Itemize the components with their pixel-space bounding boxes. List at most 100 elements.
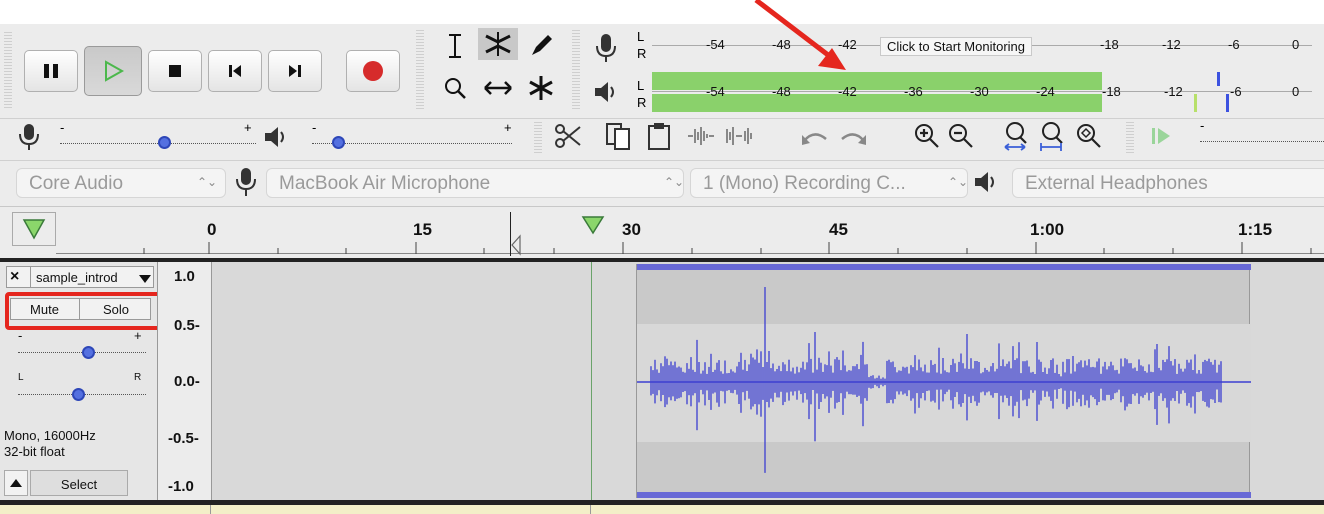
play-at-speed-button[interactable] <box>1144 120 1178 152</box>
redo-icon <box>841 133 866 145</box>
play-head-triangle-icon[interactable] <box>580 214 606 236</box>
paste-button[interactable] <box>642 120 676 152</box>
fit-selection-button[interactable] <box>1000 120 1034 152</box>
meter-toolbar-grip[interactable] <box>572 30 580 110</box>
transport-toolbar-grip[interactable] <box>4 32 12 110</box>
silence-audio-button[interactable] <box>722 120 756 152</box>
recording-device-value: MacBook Air Microphone <box>279 173 491 194</box>
skip-to-start-button[interactable] <box>208 50 262 92</box>
select-track-button[interactable]: Select <box>30 470 128 496</box>
selection-tool[interactable] <box>438 30 472 62</box>
track-name-menu[interactable]: sample_introd <box>36 270 118 285</box>
peak-marker-right <box>1226 94 1229 112</box>
edit-toolbar-grip[interactable] <box>534 122 542 154</box>
ruler-label: 30 <box>622 220 641 239</box>
pause-button[interactable] <box>24 50 78 92</box>
i-beam-icon <box>449 34 461 58</box>
waveform <box>637 287 1251 473</box>
play-tick: -12 <box>1164 84 1183 99</box>
record-tick: -18 <box>1100 37 1119 52</box>
zoom-tool[interactable] <box>438 72 472 104</box>
tools-toolbar-grip[interactable] <box>416 30 424 110</box>
timeline-options-button[interactable] <box>12 212 56 246</box>
cut-button[interactable] <box>550 120 584 152</box>
redo-button[interactable] <box>836 120 870 152</box>
play-tick: -48 <box>772 84 791 99</box>
play-meter-speaker-icon[interactable] <box>592 78 620 111</box>
record-tick: -6 <box>1228 37 1240 52</box>
track-format-bits: 32-bit float <box>4 444 65 459</box>
slider-max-label: + <box>244 120 252 135</box>
microphone-icon <box>596 34 616 62</box>
track-format-rate: Mono, 16000Hz <box>4 428 96 443</box>
ruler-label: 45 <box>829 220 848 239</box>
record-meter-right-channel: R <box>637 46 647 61</box>
play-tick: -36 <box>904 84 923 99</box>
record-volume-thumb[interactable] <box>158 136 171 149</box>
skip-to-end-button[interactable] <box>268 50 322 92</box>
fit-project-button[interactable] <box>1036 120 1070 152</box>
speaker-icon <box>265 127 284 147</box>
gain-slider[interactable]: - + <box>18 328 146 359</box>
peak-marker-left <box>1217 72 1220 86</box>
collapse-track-button[interactable] <box>4 470 28 496</box>
play-tick: -54 <box>706 84 725 99</box>
close-track-button[interactable]: × <box>10 268 19 286</box>
playback-volume-slider[interactable]: - + <box>304 120 518 149</box>
vertical-ruler: 1.0 0.5- 0.0- -0.5- -1.0 <box>157 262 211 500</box>
playback-volume-speaker-icon <box>262 124 292 155</box>
envelope-tool[interactable] <box>478 28 518 60</box>
scissors-icon <box>555 124 581 148</box>
play-tick: -24 <box>1036 84 1055 99</box>
magnifier-icon <box>445 78 466 99</box>
zoom-out-button[interactable] <box>944 120 978 152</box>
record-volume-mic-icon <box>16 122 42 157</box>
playback-speed-slider[interactable]: - <box>1196 118 1324 146</box>
zoom-toggle-icon <box>1077 124 1101 148</box>
monitor-tooltip[interactable]: Click to Start Monitoring <box>880 37 1032 56</box>
window-top-strip <box>0 0 1324 24</box>
y-axis-label: 0.5- <box>174 317 200 334</box>
audio-clip[interactable] <box>636 264 1251 498</box>
bottom-strip <box>0 505 1324 514</box>
stop-icon <box>169 65 181 77</box>
playback-device-select[interactable]: External Headphones <box>1012 168 1324 198</box>
multi-tool[interactable] <box>524 72 558 104</box>
chevron-updown-icon: ⌃⌄ <box>664 175 685 189</box>
trim-audio-button[interactable] <box>684 120 718 152</box>
recording-device-select[interactable]: MacBook Air Microphone <box>266 168 684 198</box>
pan-slider[interactable]: L R <box>18 372 146 401</box>
zoom-toggle-button[interactable] <box>1072 120 1106 152</box>
silence-icon <box>726 127 752 145</box>
annotation-arrow <box>754 0 846 70</box>
play-button[interactable] <box>84 46 142 96</box>
audio-host-value: Core Audio <box>29 173 124 194</box>
record-meter-mic-icon[interactable] <box>592 32 620 69</box>
fit-selection-icon <box>1004 122 1027 151</box>
draw-tool[interactable] <box>524 30 558 62</box>
undo-button[interactable] <box>798 120 832 152</box>
microphone-icon <box>236 168 256 196</box>
zoom-in-button[interactable] <box>910 120 944 152</box>
dropdown-triangle-icon[interactable] <box>138 274 152 284</box>
recording-channels-select[interactable]: 1 (Mono) Recording C... <box>690 168 968 198</box>
skip-to-end-icon <box>289 65 301 77</box>
chevron-updown-icon: ⌃⌄ <box>197 175 218 189</box>
record-volume-slider[interactable]: - + <box>48 120 256 149</box>
select-label: Select <box>60 477 98 492</box>
pan-right-label: R <box>134 372 142 383</box>
copy-button[interactable] <box>602 120 636 152</box>
record-button[interactable] <box>346 50 400 92</box>
gain-slider-thumb[interactable] <box>82 346 95 359</box>
pan-slider-thumb[interactable] <box>72 388 85 401</box>
copy-icon <box>606 123 630 150</box>
audio-host-select[interactable]: Core Audio <box>16 168 226 198</box>
double-arrow-icon <box>484 81 512 95</box>
clipboard-icon <box>648 123 670 150</box>
recording-device-mic-icon <box>233 166 259 203</box>
playback-volume-thumb[interactable] <box>332 136 345 149</box>
stop-button[interactable] <box>148 50 202 92</box>
time-shift-tool[interactable] <box>478 72 518 104</box>
recording-channels-value: 1 (Mono) Recording C... <box>703 173 906 194</box>
play-at-speed-grip[interactable] <box>1126 122 1134 154</box>
